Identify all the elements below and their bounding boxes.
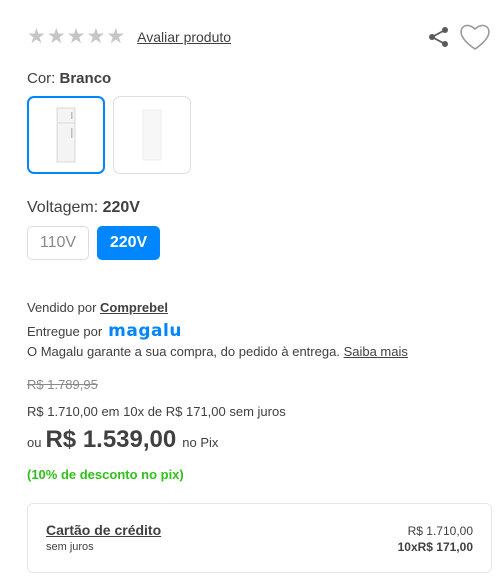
seller-link[interactable]: Comprebel — [100, 300, 168, 315]
guarantee: O Magalu garante a sua compra, do pedido… — [27, 344, 408, 359]
color-swatch-selected[interactable] — [27, 96, 105, 174]
sold-by: Vendido por Comprebel — [27, 300, 168, 315]
color-swatch[interactable] — [113, 96, 191, 174]
star-icon: ★ — [86, 25, 106, 48]
color-label: Cor: Branco — [27, 70, 111, 87]
credit-card-title[interactable]: Cartão de crédito — [46, 522, 161, 538]
pix-price-row: ou R$ 1.539,00 no Pix — [27, 426, 218, 454]
credit-card-total: R$ 1.710,00 — [407, 524, 473, 538]
voltage-label-text: Voltagem: — [27, 199, 99, 216]
payment-option-card[interactable]: Cartão de crédito sem juros R$ 1.710,00 … — [27, 503, 492, 573]
pix-discount: (10% de desconto no pix) — [27, 467, 184, 482]
credit-card-subtitle: sem juros — [46, 541, 94, 553]
color-selected: Branco — [59, 70, 112, 87]
pix-prefix: ou — [27, 435, 42, 450]
rating-row: ★ ★ ★ ★ ★ Avaliar produto — [27, 25, 231, 49]
pix-price: R$ 1.539,00 — [45, 426, 177, 453]
delivered-by: Entregue por magalu — [27, 321, 182, 341]
voltage-option-220v[interactable]: 220V — [97, 226, 160, 260]
star-icon: ★ — [66, 25, 86, 48]
star-rating[interactable]: ★ ★ ★ ★ ★ — [27, 25, 125, 49]
star-icon: ★ — [106, 25, 126, 48]
pix-suffix: no Pix — [182, 435, 219, 450]
refrigerator-thumbnail — [56, 107, 76, 163]
learn-more-link[interactable]: Saiba mais — [344, 344, 408, 359]
share-icon[interactable] — [428, 26, 450, 48]
sold-by-label: Vendido por — [27, 300, 97, 315]
color-label-text: Cor: — [27, 70, 56, 87]
star-icon: ★ — [46, 25, 66, 48]
voltage-option-110v[interactable]: 110V — [27, 226, 89, 260]
delivered-by-label: Entregue por — [27, 323, 103, 339]
installment-price: R$ 1.710,00 em 10x de R$ 171,00 sem juro… — [27, 404, 286, 419]
rate-product-link[interactable]: Avaliar produto — [137, 29, 231, 45]
star-icon: ★ — [27, 25, 46, 48]
credit-card-installment: 10xR$ 171,00 — [397, 540, 473, 554]
old-price: R$ 1.789,95 — [27, 377, 98, 392]
voltage-selected: 220V — [102, 199, 140, 216]
magalu-logo: magalu — [108, 321, 182, 341]
heart-icon[interactable] — [458, 22, 492, 52]
voltage-label: Voltagem: 220V — [27, 199, 140, 217]
refrigerator-thumbnail — [142, 109, 162, 161]
guarantee-text: O Magalu garante a sua compra, do pedido… — [27, 344, 340, 359]
